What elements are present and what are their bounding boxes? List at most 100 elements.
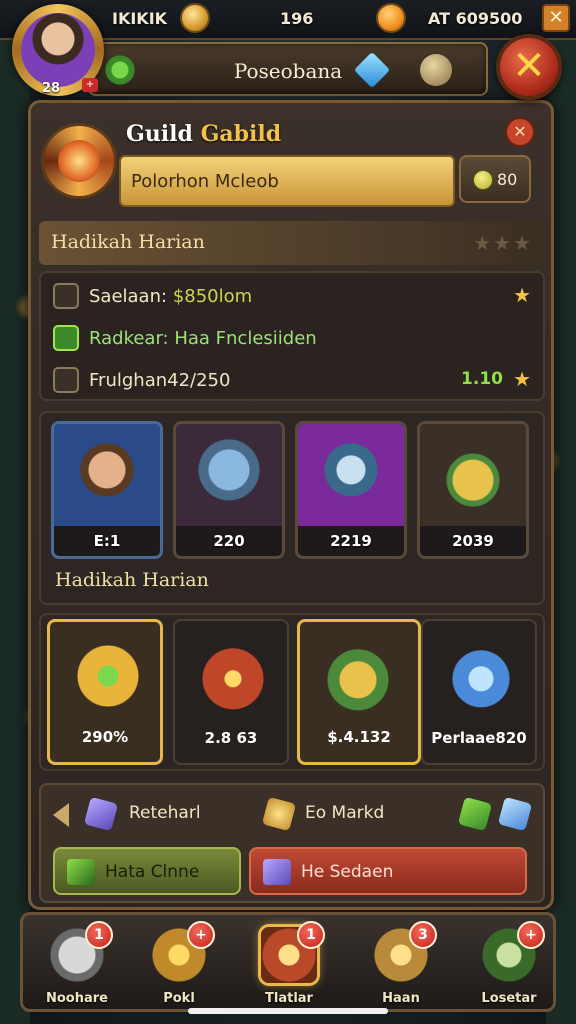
reward-label: Radkear: bbox=[89, 327, 169, 349]
guild-panel: Guild Gabild ✕ Polorhon Mcleob 80 Hadika… bbox=[28, 100, 554, 910]
mage-portrait bbox=[298, 424, 404, 526]
guild-title-prefix: Guild bbox=[126, 121, 193, 147]
member-value: 2039 bbox=[452, 532, 494, 550]
members-label: Hadikah Harian bbox=[55, 569, 209, 591]
salary-row: Saelaan: $850lom bbox=[53, 281, 252, 311]
scroll-icon bbox=[53, 367, 79, 393]
section-header: Hadikah Harian ★★★ bbox=[39, 221, 545, 265]
progress-label: Frulghan42/250 bbox=[89, 369, 231, 391]
nav-item[interactable]: + Losetar bbox=[469, 921, 549, 1013]
compass-icon[interactable] bbox=[420, 54, 452, 86]
progress-row: Frulghan42/250 bbox=[53, 365, 230, 395]
purple-gem-icon bbox=[263, 859, 291, 885]
notification-badge: 3 bbox=[409, 921, 437, 949]
nav-label: Tlatlar bbox=[265, 991, 313, 1006]
heart-icon: + bbox=[82, 78, 98, 92]
topbar-close-button[interactable]: ✕ bbox=[542, 4, 570, 32]
guild-title: Guild Gabild bbox=[126, 121, 281, 147]
bottom-nav-bar: 1 Noohare + Pokl 1 Tlatlar 3 Haan + Lose… bbox=[20, 912, 556, 1012]
green-action-button[interactable]: Hata Clnne bbox=[53, 847, 241, 895]
reward-card[interactable]: Perlaae820 bbox=[421, 619, 537, 765]
green-cube-icon bbox=[67, 859, 95, 885]
actions-box: Reteharl Eo Markd Hata Clnne He Sedaen bbox=[39, 783, 545, 903]
robot-portrait bbox=[176, 424, 282, 526]
nav-label: Pokl bbox=[163, 991, 195, 1006]
section-title: Hadikah Harian bbox=[51, 231, 205, 253]
member-count-box: 80 bbox=[459, 155, 531, 203]
member-card[interactable]: E:1 bbox=[51, 421, 163, 559]
chest-icon bbox=[193, 637, 273, 713]
reward-row: Radkear: Haa Fnclesiiden bbox=[53, 323, 317, 353]
reward-value: $.4.132 bbox=[327, 728, 391, 746]
salary-label: Saelaan: bbox=[89, 285, 168, 307]
reward-card[interactable]: 290% bbox=[47, 619, 163, 765]
member-card[interactable]: 2039 bbox=[417, 421, 529, 559]
star-icon: ★ bbox=[513, 367, 531, 391]
close-button[interactable]: ✕ bbox=[496, 34, 562, 100]
green-button-label: Hata Clnne bbox=[105, 862, 200, 882]
reward-value: Perlaae820 bbox=[431, 729, 527, 747]
reward-card[interactable]: 2.8 63 bbox=[173, 619, 289, 765]
action-item-2[interactable]: Eo Markd bbox=[305, 803, 384, 823]
notification-badge: 1 bbox=[297, 921, 325, 949]
member-card[interactable]: 220 bbox=[173, 421, 285, 559]
member-value: E:1 bbox=[93, 532, 121, 550]
members-section: E:1 220 2219 2039 Hadikah Harian bbox=[39, 411, 545, 605]
nav-item[interactable]: 3 Haan bbox=[361, 921, 441, 1013]
gold-count: AT 609500 bbox=[428, 9, 523, 28]
rating-stars: ★★★ bbox=[473, 231, 533, 255]
action-row: Reteharl Eo Markd bbox=[49, 796, 535, 833]
gift-box-icon bbox=[441, 637, 521, 713]
member-card[interactable]: 2219 bbox=[295, 421, 407, 559]
nav-item[interactable]: 1 Noohare bbox=[37, 921, 117, 1013]
player-avatar[interactable]: 28 + bbox=[12, 4, 104, 96]
reward-value: 290% bbox=[81, 728, 129, 746]
reward-value: 2.8 63 bbox=[204, 729, 258, 747]
coin-count: 196 bbox=[280, 9, 314, 28]
reward-value: Haa Fnclesiiden bbox=[174, 327, 317, 349]
gift-box-icon bbox=[318, 638, 398, 714]
shield-icon bbox=[68, 638, 148, 714]
member-value: 220 bbox=[213, 532, 245, 550]
notification-badge: + bbox=[517, 921, 545, 949]
notification-badge: 1 bbox=[85, 921, 113, 949]
panel-close-button[interactable]: ✕ bbox=[505, 117, 535, 147]
gold-pile-icon bbox=[261, 796, 297, 832]
red-action-button[interactable]: He Sedaen bbox=[249, 847, 527, 895]
member-count: 80 bbox=[497, 170, 518, 189]
nav-label: Losetar bbox=[481, 991, 537, 1006]
guild-info-box: Saelaan: $850lom ★ Radkear: Haa Fnclesii… bbox=[39, 271, 545, 401]
star-icon: ★ bbox=[513, 283, 531, 307]
hero-portrait bbox=[54, 424, 160, 526]
player-level: 28 bbox=[42, 81, 61, 96]
salary-icon bbox=[53, 283, 79, 309]
check-icon bbox=[53, 325, 79, 351]
action-item-1[interactable]: Reteharl bbox=[129, 803, 201, 823]
chevron-left-icon[interactable] bbox=[53, 803, 69, 827]
home-indicator[interactable] bbox=[188, 1008, 388, 1014]
gift-box-icon bbox=[420, 424, 526, 526]
avatar-portrait bbox=[21, 13, 95, 87]
header-banner: Poseobana bbox=[88, 42, 488, 96]
reward-card[interactable]: $.4.132 bbox=[297, 619, 421, 765]
blue-gem-icon bbox=[497, 796, 533, 832]
salary-value: $850lom bbox=[172, 285, 253, 307]
member-dot-icon bbox=[473, 170, 493, 190]
nav-label: Noohare bbox=[46, 991, 108, 1006]
red-button-label: He Sedaen bbox=[301, 862, 394, 882]
player-name: IKIKIK bbox=[112, 9, 168, 28]
nav-item[interactable]: + Pokl bbox=[139, 921, 219, 1013]
coin-icon bbox=[180, 3, 210, 33]
guild-title-suffix: Gabild bbox=[200, 121, 282, 147]
nav-item-active[interactable]: 1 Tlatlar bbox=[249, 921, 329, 1013]
gold-coin-icon bbox=[376, 3, 406, 33]
member-value: 2219 bbox=[330, 532, 372, 550]
guild-name-field[interactable]: Polorhon Mcleob bbox=[119, 155, 455, 207]
green-gem-icon bbox=[457, 796, 493, 832]
progress-value: 1.10 bbox=[461, 369, 503, 389]
rewards-section: 290% 2.8 63 $.4.132 Perlaae820 bbox=[39, 613, 545, 771]
gem-icon bbox=[83, 796, 119, 832]
guild-emblem-icon bbox=[41, 123, 117, 199]
nav-label: Haan bbox=[382, 991, 420, 1006]
notification-badge: + bbox=[187, 921, 215, 949]
